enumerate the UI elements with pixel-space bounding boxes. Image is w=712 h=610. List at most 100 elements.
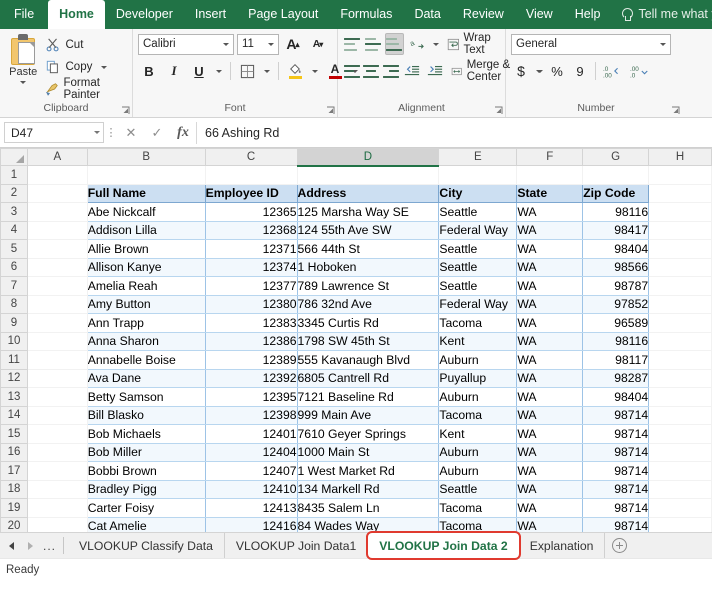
cell-A18[interactable] <box>27 480 87 499</box>
comma-style-button[interactable]: 9 <box>570 60 590 82</box>
cell-H10[interactable] <box>649 332 712 351</box>
wrap-text-button[interactable]: Wrap Text <box>443 33 512 56</box>
sheet-tab-explanation[interactable]: Explanation <box>519 533 606 558</box>
cell-G18[interactable]: 98714 <box>583 480 649 499</box>
ribbon-tab-data[interactable]: Data <box>403 0 451 29</box>
cell-A16[interactable] <box>27 443 87 462</box>
sheet-tab-vlookup-join-data-2[interactable]: VLOOKUP Join Data 2 <box>368 533 518 558</box>
cell-B2[interactable]: Full Name <box>87 184 205 203</box>
cell-H8[interactable] <box>649 295 712 314</box>
cell-A5[interactable] <box>27 240 87 259</box>
cell-D9[interactable]: 3345 Curtis Rd <box>297 314 439 333</box>
cell-E9[interactable]: Tacoma <box>439 314 517 333</box>
cell-C14[interactable]: 12398 <box>205 406 297 425</box>
cell-H9[interactable] <box>649 314 712 333</box>
row-header-10[interactable]: 10 <box>1 332 28 351</box>
cell-D19[interactable]: 8435 Salem Ln <box>297 499 439 518</box>
cut-button[interactable]: Cut <box>42 34 128 56</box>
select-all-corner[interactable] <box>1 149 28 166</box>
cell-A11[interactable] <box>27 351 87 370</box>
cell-G10[interactable]: 98116 <box>583 332 649 351</box>
cell-H4[interactable] <box>649 221 712 240</box>
cell-F6[interactable]: WA <box>517 258 583 277</box>
cell-D16[interactable]: 1000 Main St <box>297 443 439 462</box>
currency-chevron-down-icon[interactable] <box>534 60 544 82</box>
cell-A4[interactable] <box>27 221 87 240</box>
cell-C8[interactable]: 12380 <box>205 295 297 314</box>
align-left-button[interactable] <box>343 60 361 82</box>
decrease-indent-button[interactable] <box>402 60 423 82</box>
row-header-3[interactable]: 3 <box>1 203 28 222</box>
fill-color-chevron-down-icon[interactable] <box>309 60 321 82</box>
cell-D18[interactable]: 134 Markell Rd <box>297 480 439 499</box>
cell-C1[interactable] <box>205 166 297 185</box>
cell-G17[interactable]: 98714 <box>583 462 649 481</box>
sheet-overflow-button[interactable]: ... <box>40 534 59 558</box>
column-header-G[interactable]: G <box>583 149 649 166</box>
cell-B13[interactable]: Betty Samson <box>87 388 205 407</box>
cell-C3[interactable]: 12365 <box>205 203 297 222</box>
cell-A6[interactable] <box>27 258 87 277</box>
row-header-12[interactable]: 12 <box>1 369 28 388</box>
cell-C18[interactable]: 12410 <box>205 480 297 499</box>
align-middle-button[interactable] <box>364 33 383 55</box>
orientation-chevron-down-icon[interactable] <box>430 33 440 55</box>
cell-E20[interactable]: Tacoma <box>439 517 517 532</box>
cell-A13[interactable] <box>27 388 87 407</box>
ribbon-tab-developer[interactable]: Developer <box>105 0 184 29</box>
decrease-decimal-button[interactable]: .00 .0 <box>628 61 652 81</box>
currency-button[interactable]: $ <box>511 60 531 82</box>
cell-A2[interactable] <box>27 184 87 203</box>
cell-H20[interactable] <box>649 517 712 532</box>
cell-E7[interactable]: Seattle <box>439 277 517 296</box>
cell-H12[interactable] <box>649 369 712 388</box>
cell-G14[interactable]: 98714 <box>583 406 649 425</box>
sheet-nav-next-button[interactable] <box>21 534 40 558</box>
cell-C11[interactable]: 12389 <box>205 351 297 370</box>
cell-C20[interactable]: 12416 <box>205 517 297 532</box>
cell-B9[interactable]: Ann Trapp <box>87 314 205 333</box>
cell-D4[interactable]: 124 55th Ave SW <box>297 221 439 240</box>
cell-F15[interactable]: WA <box>517 425 583 444</box>
cell-A19[interactable] <box>27 499 87 518</box>
cell-F4[interactable]: WA <box>517 221 583 240</box>
cell-E15[interactable]: Kent <box>439 425 517 444</box>
ribbon-tab-file[interactable]: File <box>0 0 48 29</box>
borders-button[interactable] <box>236 60 258 82</box>
cell-B14[interactable]: Bill Blasko <box>87 406 205 425</box>
cell-B3[interactable]: Abe Nickcalf <box>87 203 205 222</box>
sheet-nav-previous-button[interactable] <box>2 534 21 558</box>
cell-F3[interactable]: WA <box>517 203 583 222</box>
cell-D11[interactable]: 555 Kavanaugh Blvd <box>297 351 439 370</box>
cell-B20[interactable]: Cat Amelie <box>87 517 205 532</box>
cell-G19[interactable]: 98714 <box>583 499 649 518</box>
confirm-entry-button[interactable]: ✓ <box>144 122 170 144</box>
cell-E11[interactable]: Auburn <box>439 351 517 370</box>
cell-D14[interactable]: 999 Main Ave <box>297 406 439 425</box>
cell-F5[interactable]: WA <box>517 240 583 259</box>
row-header-16[interactable]: 16 <box>1 443 28 462</box>
cell-E14[interactable]: Tacoma <box>439 406 517 425</box>
cell-C7[interactable]: 12377 <box>205 277 297 296</box>
cell-A15[interactable] <box>27 425 87 444</box>
align-right-button[interactable] <box>382 60 400 82</box>
cell-D3[interactable]: 125 Marsha Way SE <box>297 203 439 222</box>
row-header-4[interactable]: 4 <box>1 221 28 240</box>
ribbon-tab-insert[interactable]: Insert <box>184 0 237 29</box>
cell-D20[interactable]: 84 Wades Way <box>297 517 439 532</box>
cell-D8[interactable]: 786 32nd Ave <box>297 295 439 314</box>
cell-D2[interactable]: Address <box>297 184 439 203</box>
cell-F2[interactable]: State <box>517 184 583 203</box>
cell-E3[interactable]: Seattle <box>439 203 517 222</box>
cell-E16[interactable]: Auburn <box>439 443 517 462</box>
cell-D5[interactable]: 566 44th St <box>297 240 439 259</box>
cell-D12[interactable]: 6805 Cantrell Rd <box>297 369 439 388</box>
cell-D1[interactable] <box>297 166 439 185</box>
cell-H11[interactable] <box>649 351 712 370</box>
cell-B6[interactable]: Allison Kanye <box>87 258 205 277</box>
cell-G7[interactable]: 98787 <box>583 277 649 296</box>
decrease-font-size-button[interactable]: A▾ <box>307 33 329 55</box>
percent-button[interactable]: % <box>547 60 567 82</box>
align-center-button[interactable] <box>363 60 381 82</box>
underline-button[interactable]: U <box>188 60 210 82</box>
